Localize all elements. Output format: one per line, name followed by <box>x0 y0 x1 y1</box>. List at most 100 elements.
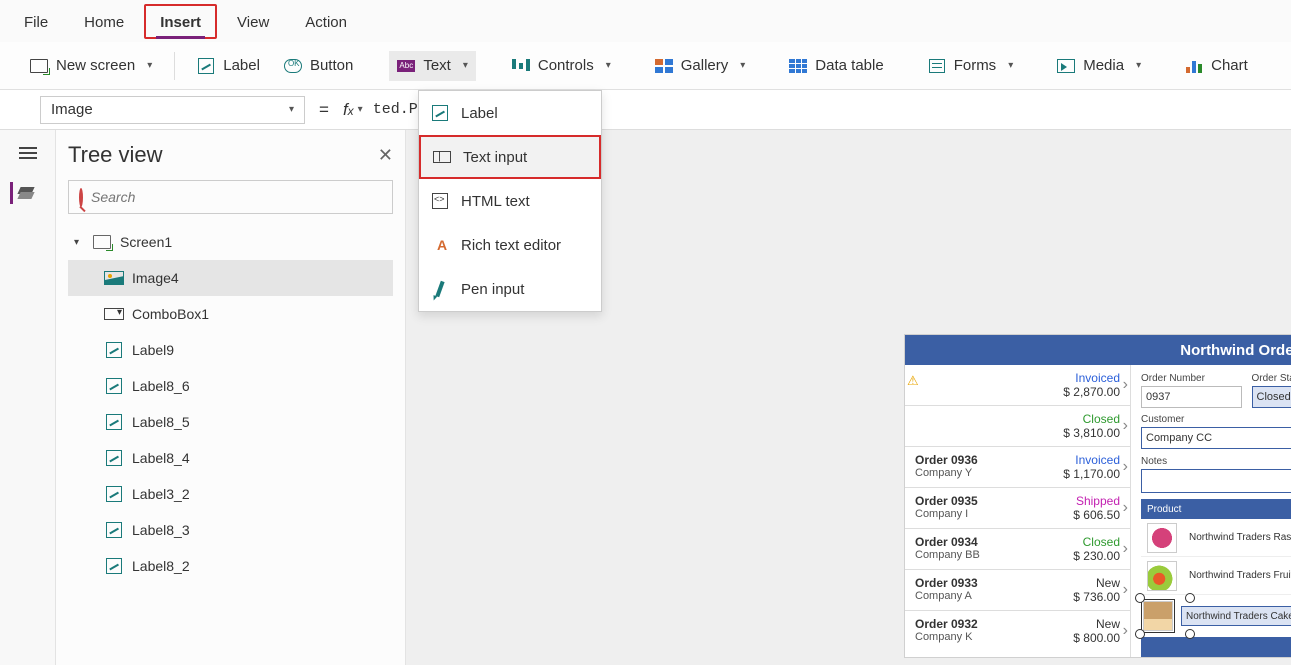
menu-view[interactable]: View <box>221 4 285 39</box>
menu-action[interactable]: Action <box>289 4 363 39</box>
insert-button-text: Button <box>310 57 353 74</box>
selection-handle[interactable] <box>1185 629 1195 639</box>
dd-rich-text[interactable]: Rich text editor <box>419 223 601 267</box>
selected-image-control[interactable] <box>1141 599 1175 633</box>
order-amount: $ 800.00 <box>1040 631 1120 645</box>
grid-edit-row[interactable]: Northwind Traders Cake Mix▼ ⚠ ⚠ <box>1141 599 1291 633</box>
order-row[interactable]: Order 0935Company I Shipped$ 606.50 › <box>905 488 1130 529</box>
order-company: Company Y <box>915 467 1040 479</box>
tree-node-label9[interactable]: Label9 <box>68 332 393 368</box>
insert-text-button[interactable]: Abc Text ▾ <box>389 51 476 81</box>
insert-media-button[interactable]: Media ▾ <box>1049 51 1149 81</box>
chevron-down-icon: ▾ <box>740 60 745 71</box>
order-row[interactable]: Order 0932Company K New$ 800.00 › <box>905 611 1130 651</box>
dd-rich-label: Rich text editor <box>461 237 561 254</box>
chevron-down-icon: ▾ <box>289 104 294 115</box>
insert-gallery-button[interactable]: Gallery ▾ <box>647 51 754 81</box>
grid-row[interactable]: Northwind Traders Fruit Salad 40 $ 39.00… <box>1141 557 1291 595</box>
tree-node-label8-6[interactable]: Label8_6 <box>68 368 393 404</box>
col-product: Product <box>1141 504 1291 515</box>
insert-forms-button[interactable]: Forms ▾ <box>920 51 1022 81</box>
menu-insert[interactable]: Insert <box>144 4 217 39</box>
customer-label: Customer <box>1141 414 1291 425</box>
chevron-down-icon: ▾ <box>463 60 468 71</box>
order-status: Invoiced <box>1040 371 1120 385</box>
insert-button-button[interactable]: Button <box>276 51 361 81</box>
product-name: Northwind Traders Fruit Salad <box>1183 570 1291 581</box>
warning-icon: ⚠ <box>907 373 919 389</box>
dd-pen-input[interactable]: Pen input <box>419 267 601 311</box>
order-row[interactable]: Order 0936Company Y Invoiced$ 1,170.00 › <box>905 447 1130 488</box>
table-icon <box>789 57 807 75</box>
insert-label-button[interactable]: Label <box>189 51 268 81</box>
tree-node-label3-2[interactable]: Label3_2 <box>68 476 393 512</box>
chart-icon <box>1185 57 1203 75</box>
insert-charts-button[interactable]: Chart <box>1177 51 1256 81</box>
selection-handle[interactable] <box>1135 593 1145 603</box>
chevron-down-icon: ▾ <box>1136 60 1141 71</box>
label-icon <box>104 450 124 466</box>
order-row[interactable]: Closed$ 3,810.00 › <box>905 406 1130 447</box>
tree-node-label8-2[interactable]: Label8_2 <box>68 548 393 584</box>
order-status-select[interactable]: Closed▼ <box>1252 386 1291 408</box>
tree-node-label8-4[interactable]: Label8_4 <box>68 440 393 476</box>
tree-node-label: Label8_6 <box>132 378 190 394</box>
order-status: Closed <box>1040 412 1120 426</box>
menu-file[interactable]: File <box>8 4 64 39</box>
expand-icon[interactable]: ▾ <box>74 237 84 248</box>
rail-hamburger[interactable] <box>14 142 42 164</box>
tree-search-input[interactable] <box>91 189 382 205</box>
order-status: New <box>1040 617 1120 631</box>
product-combobox[interactable]: Northwind Traders Cake Mix▼ <box>1181 606 1291 626</box>
grid-row[interactable]: Northwind Traders Raspberry Spread 90 $ … <box>1141 519 1291 557</box>
tree-node-label8-5[interactable]: Label8_5 <box>68 404 393 440</box>
selection-handle[interactable] <box>1185 593 1195 603</box>
order-title: Order 0935 <box>915 494 1040 508</box>
detail-pane: Order Number 0937 Order Status Closed▼ O… <box>1131 365 1291 657</box>
tree-node-label: Screen1 <box>120 234 172 250</box>
tree-node-combobox1[interactable]: ComboBox1 <box>68 296 393 332</box>
order-row[interactable]: Order 0934Company BB Closed$ 230.00 › <box>905 529 1130 570</box>
menu-home[interactable]: Home <box>68 4 140 39</box>
label-icon <box>104 558 124 574</box>
selection-handle[interactable] <box>1135 629 1145 639</box>
new-screen-button[interactable]: New screen ▾ <box>22 51 160 81</box>
insert-datatable-button[interactable]: Data table <box>781 51 891 81</box>
chevron-down-icon[interactable]: ▾ <box>358 104 363 115</box>
order-company: Company A <box>915 590 1040 602</box>
tree-node-label8-3[interactable]: Label8_3 <box>68 512 393 548</box>
button-icon <box>284 57 302 75</box>
fx-icon[interactable]: fx <box>343 100 354 120</box>
order-amount: $ 2,870.00 <box>1040 385 1120 399</box>
dd-text-input[interactable]: Text input <box>419 135 601 179</box>
order-title: Order 0933 <box>915 576 1040 590</box>
product-name: Northwind Traders Raspberry Spread <box>1183 532 1291 543</box>
order-number-label: Order Number <box>1141 373 1242 384</box>
dd-label-text: Label <box>461 105 498 122</box>
screen-icon <box>30 57 48 75</box>
insert-text-label: Text <box>423 57 451 74</box>
order-row[interactable]: Order 0933Company A New$ 736.00 › <box>905 570 1130 611</box>
tree-node-label: ComboBox1 <box>132 306 209 322</box>
dd-label[interactable]: Label <box>419 91 601 135</box>
tree-node-screen[interactable]: ▾ Screen1 <box>68 224 393 260</box>
label-icon <box>104 414 124 430</box>
tree-search[interactable] <box>68 180 393 214</box>
property-selector[interactable]: Image ▾ <box>40 96 305 124</box>
dd-html-label: HTML text <box>461 193 530 210</box>
left-rail <box>0 130 56 665</box>
chevron-right-icon: › <box>1123 499 1128 517</box>
dd-html-text[interactable]: HTML text <box>419 179 601 223</box>
customer-select[interactable]: Company CC▼ <box>1141 427 1291 449</box>
insert-controls-button[interactable]: Controls ▾ <box>504 51 619 81</box>
tree-close-button[interactable]: ✕ <box>378 145 393 166</box>
order-company: Company BB <box>915 549 1040 561</box>
order-amount: $ 230.00 <box>1040 549 1120 563</box>
tree-node-image4[interactable]: Image4 <box>68 260 393 296</box>
tree-node-label: Label8_4 <box>132 450 190 466</box>
rail-tree-view[interactable] <box>10 182 38 204</box>
order-amount: $ 3,810.00 <box>1040 426 1120 440</box>
order-list[interactable]: ⚠ Invoiced$ 2,870.00 › Closed$ 3,810.00 … <box>905 365 1131 657</box>
notes-input[interactable] <box>1141 469 1291 493</box>
order-row[interactable]: ⚠ Invoiced$ 2,870.00 › <box>905 365 1130 406</box>
